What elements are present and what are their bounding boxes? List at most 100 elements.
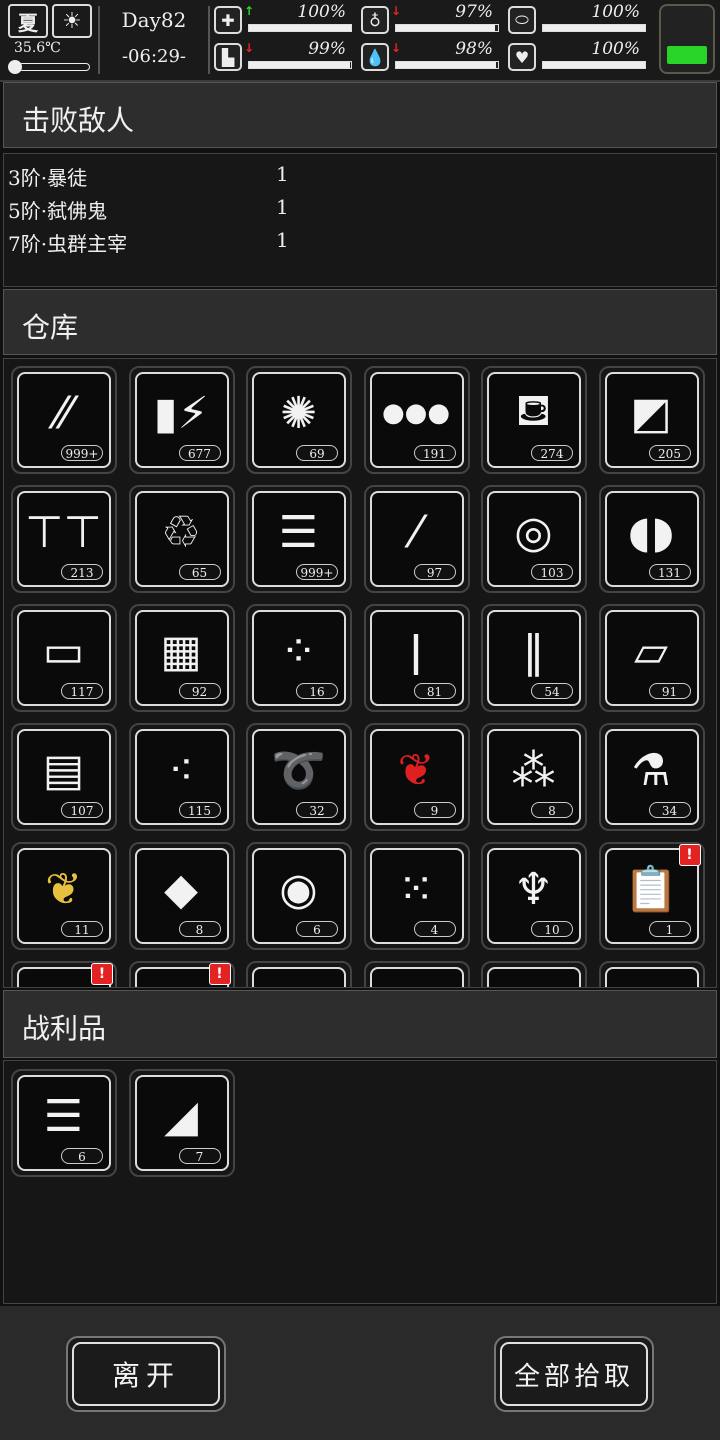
day-counter: Day82: [121, 8, 187, 32]
enemy-count: 1: [276, 162, 289, 186]
inventory-slot[interactable]: ⛾ 274: [481, 366, 587, 474]
heart-icon: ♥: [508, 43, 536, 71]
item-partial-5-icon: [489, 973, 578, 987]
vital-bar: [248, 61, 352, 69]
sunflower-seeds-icon: ⁂: [511, 744, 556, 796]
vital-stat: ✚ ↑ 100%: [214, 2, 354, 34]
status-bar: 夏 ☀ 35.6℃ Day82 -06:29- ✚ ↑ 100% ♁ ↓ 97% ⬭ 100%…: [0, 0, 720, 82]
enemy-name: 5阶·弑佛鬼: [8, 199, 108, 223]
inventory-slot[interactable]: ⁖ 115: [128, 723, 235, 831]
item-count: 8: [531, 802, 573, 818]
inventory-slot[interactable]: ⊤⊤ 213: [11, 485, 117, 593]
inventory-slot[interactable]: ⁄ 97: [363, 485, 470, 593]
water-drop-icon: 💧: [361, 43, 389, 71]
item-count: 6: [61, 1148, 103, 1164]
inventory-slot[interactable]: !: [128, 961, 235, 987]
item-partial-6-icon: [607, 973, 696, 987]
battery-indicator: [659, 4, 715, 74]
warehouse-header: 仓库: [3, 289, 717, 355]
inventory-slot[interactable]: [246, 961, 352, 987]
inventory-slot[interactable]: ⁘ 16: [246, 604, 352, 712]
item-count: 81: [413, 683, 456, 699]
enemy-name: 3阶·暴徒: [8, 166, 88, 190]
inventory-slot[interactable]: [481, 961, 587, 987]
take-all-button[interactable]: 全部拾取: [494, 1336, 654, 1412]
item-count: 4: [413, 921, 456, 937]
inventory-slot[interactable]: ◢ 7: [128, 1069, 235, 1177]
medkit-icon: ✚: [214, 6, 242, 34]
item-count: 107: [61, 802, 103, 818]
inventory-slot[interactable]: ●●● 191: [363, 366, 470, 474]
inventory-slot[interactable]: ❦ 11: [11, 842, 117, 950]
item-count: 11: [61, 921, 103, 937]
inventory-slot[interactable]: ▮⚡ 677: [128, 366, 235, 474]
vital-percent: 97%: [455, 2, 493, 22]
inventory-slot[interactable]: ◖◗ 131: [598, 485, 705, 593]
vital-bar: [248, 24, 352, 32]
warehouse-grid[interactable]: ⁄⁄ 999+ ▮⚡ 677 ✺ 69 ●●● 191 ⛾ 274 ◩ 205 ⊤⊤ 213 ♲ 65 ☰ 999…: [3, 358, 717, 988]
vital-stat: 💧 ↓ 98%: [361, 39, 501, 71]
enemy-name: 7阶·虫群主宰: [8, 232, 128, 256]
inventory-slot[interactable]: [363, 961, 470, 987]
vital-bar: [395, 61, 499, 69]
leave-button[interactable]: 离开: [66, 1336, 226, 1412]
bandage-roll-icon: ◎: [514, 506, 553, 558]
tubes-icon: ‖: [522, 625, 545, 677]
item-count: 191: [413, 445, 456, 461]
inventory-slot[interactable]: ⁙ 4: [363, 842, 470, 950]
inventory-slot[interactable]: ☰ 6: [11, 1069, 117, 1177]
cloth-scraps-icon: ◩: [630, 387, 672, 439]
vital-bar: [542, 61, 646, 69]
ice-cubes-icon: ▦: [160, 625, 202, 677]
item-partial-3-icon: [254, 973, 343, 987]
seeds-icon: ⁘: [280, 625, 317, 677]
item-count: 115: [178, 802, 221, 818]
cotton-balls-icon: ●●●: [381, 398, 451, 428]
medicine-bottle-icon: ⚗: [631, 744, 671, 796]
inventory-slot[interactable]: [598, 961, 705, 987]
take-all-button-label: 全部拾取: [500, 1342, 648, 1406]
inventory-slot[interactable]: ⚗ 34: [598, 723, 705, 831]
inventory-slot[interactable]: ◩ 205: [598, 366, 705, 474]
rubble-icon: ⁖: [168, 744, 194, 796]
inventory-slot[interactable]: ◉ 6: [246, 842, 352, 950]
ginger-root-icon: ♆: [513, 863, 554, 915]
inventory-slot[interactable]: ♲ 65: [128, 485, 235, 593]
divider: [98, 6, 100, 74]
item-count: 117: [61, 683, 103, 699]
plastic-bottle-icon: ♲: [161, 506, 201, 558]
inventory-slot[interactable]: ➰ 32: [246, 723, 352, 831]
inventory-slot[interactable]: ▭ 117: [11, 604, 117, 712]
item-count: 1: [648, 921, 691, 937]
enemy-row: 3阶·暴徒 1: [8, 162, 608, 192]
folded-cloth-icon: ☰: [278, 506, 319, 558]
inventory-slot[interactable]: ⁂ 8: [481, 723, 587, 831]
inventory-slot[interactable]: ▱ 91: [598, 604, 705, 712]
inventory-slot[interactable]: ◎ 103: [481, 485, 587, 593]
item-count: 8: [178, 921, 221, 937]
capsules-icon: ◖◗: [627, 506, 675, 558]
inventory-slot[interactable]: ‖ 54: [481, 604, 587, 712]
loot-header: 战利品: [3, 990, 717, 1058]
inventory-slot[interactable]: ✺ 69: [246, 366, 352, 474]
inventory-slot[interactable]: ▤ 107: [11, 723, 117, 831]
divider: [208, 6, 210, 74]
vital-bar: [542, 24, 646, 32]
vital-stat: ▙ ↓ 99%: [214, 39, 354, 71]
inventory-slot[interactable]: 📋 1!: [598, 842, 705, 950]
item-count: 16: [296, 683, 338, 699]
item-count: 69: [296, 445, 338, 461]
enemy-row: 5阶·弑佛鬼 1: [8, 195, 608, 225]
vital-percent: 98%: [455, 39, 493, 59]
inventory-slot[interactable]: !: [11, 961, 117, 987]
inventory-slot[interactable]: ♆ 10: [481, 842, 587, 950]
sun-icon: ☀: [52, 4, 92, 38]
inventory-slot[interactable]: ⁄⁄ 999+: [11, 366, 117, 474]
inventory-slot[interactable]: ❦ 9: [363, 723, 470, 831]
inventory-slot[interactable]: ☰ 999+: [246, 485, 352, 593]
inventory-slot[interactable]: ▦ 92: [128, 604, 235, 712]
inventory-slot[interactable]: ◆ 8: [128, 842, 235, 950]
trend-arrow-icon: ↑: [244, 4, 255, 18]
inventory-slot[interactable]: ǀ 81: [363, 604, 470, 712]
item-count: 999+: [296, 564, 338, 580]
